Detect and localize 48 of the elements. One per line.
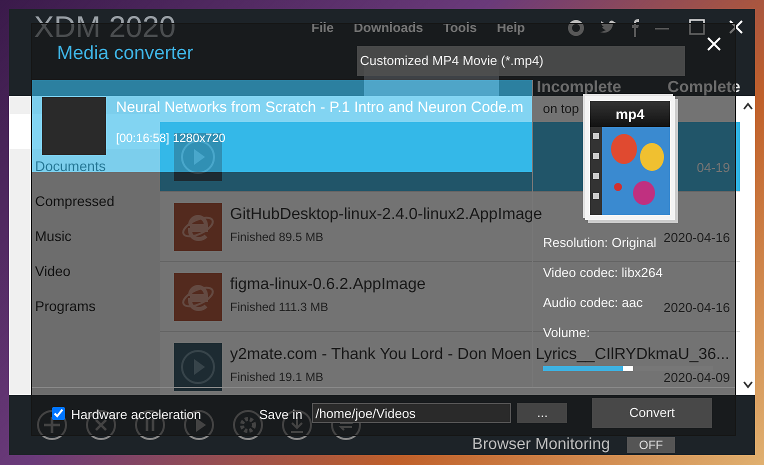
letter-f-icon[interactable] <box>631 19 641 37</box>
checkbox-label: Hardware acceleration <box>71 406 202 424</box>
scroll-up-icon[interactable] <box>742 102 752 110</box>
play-icon <box>174 343 222 391</box>
download-status: Finished 111.3 MB <box>230 299 328 316</box>
download-status: Finished 19.1 MB <box>230 369 324 386</box>
download-date: 2020-04-16 <box>664 299 730 317</box>
file-name: y2mate.com - Thank You Lord - Don Moen Lyrics__CIlRYDkmaU_36... <box>230 345 730 362</box>
detail-text: Resolution: Original <box>543 234 656 252</box>
category-item[interactable]: Video <box>9 254 160 289</box>
bird-icon[interactable] <box>599 19 617 35</box>
menu-item[interactable]: Help <box>496 18 525 38</box>
category-item[interactable]: Music <box>9 219 160 254</box>
browser-monitoring-label: Browser Monitoring <box>472 437 610 453</box>
download-status: Finished 89.5 MB <box>230 229 324 246</box>
add-icon[interactable] <box>36 409 68 441</box>
download-date: 04-19 <box>696 159 730 177</box>
format-dropdown[interactable]: Customized MP4 Movie (*.mp4) <box>357 46 685 76</box>
format-label: mp4 <box>590 101 670 127</box>
video-title: Neural Networks from Scratch - P.1 Intro and Neuron Code.m <box>116 98 524 118</box>
convert-button[interactable]: Convert <box>592 398 712 428</box>
save-in-label: Save in <box>259 406 302 424</box>
app-title: XDM 2020 <box>34 13 176 43</box>
e-logo-icon <box>174 273 222 321</box>
save-path-field[interactable]: /home/joe/Videos <box>312 403 512 423</box>
detail-text: Audio codec: aac <box>543 294 643 312</box>
dialog-title: Media converter <box>57 44 194 63</box>
octocat-icon[interactable] <box>567 19 585 37</box>
category-item[interactable]: Documents <box>9 149 160 184</box>
menu-item[interactable]: Downloads <box>354 18 424 38</box>
hardware-acceleration-checkbox[interactable] <box>52 407 65 420</box>
file-name: figma-linux-0.6.2.AppImage <box>230 275 427 292</box>
browse-button[interactable]: ... <box>517 403 568 423</box>
close-icon[interactable] <box>707 37 721 51</box>
category-item[interactable]: Programs <box>9 289 160 324</box>
maximize-icon[interactable] <box>689 19 705 35</box>
detail-text: Video codec: libx264 <box>543 264 663 282</box>
close-icon[interactable] <box>729 20 743 34</box>
e-logo-icon <box>174 203 222 251</box>
monitoring-toggle[interactable]: OFF <box>627 437 675 453</box>
download-date: 2020-04-16 <box>664 229 730 247</box>
category-item[interactable]: Compressed <box>9 184 160 219</box>
scrollbar[interactable] <box>740 96 755 395</box>
download-date: 2020-04-09 <box>664 369 730 387</box>
file-name: GitHubDesktop-linux-2.4.0-linux2.AppImage <box>230 205 544 222</box>
scroll-down-icon[interactable] <box>742 381 752 389</box>
volume-slider[interactable] <box>543 366 713 371</box>
video-thumbnail <box>42 97 106 155</box>
